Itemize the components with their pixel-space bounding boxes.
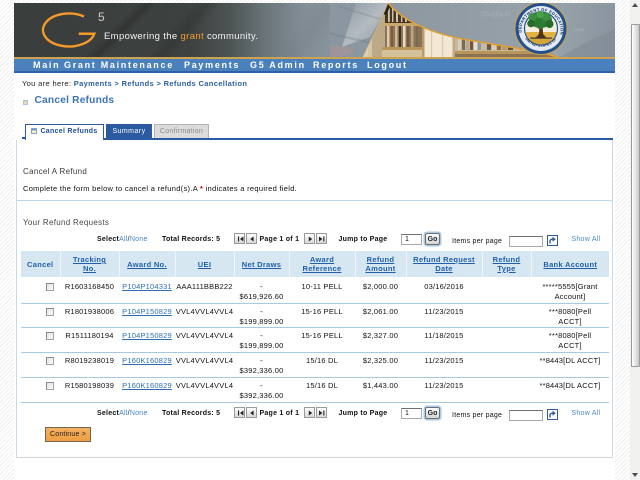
svg-text:|T(x)|f(x,0): |T(x)|f(x,0) xyxy=(480,10,511,18)
svg-text:(x)dx: (x)dx xyxy=(573,26,585,33)
